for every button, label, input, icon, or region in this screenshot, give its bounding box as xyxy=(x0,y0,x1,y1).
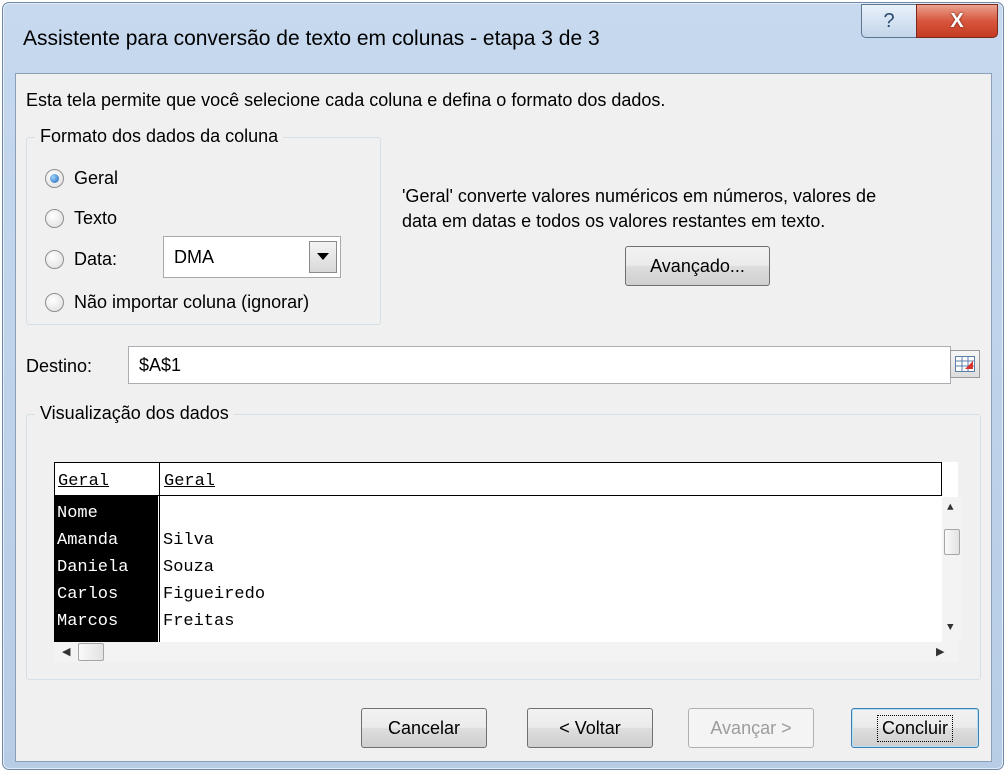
title-bar[interactable]: Assistente para conversão de texto em co… xyxy=(3,3,1003,73)
close-button[interactable]: X xyxy=(916,4,998,38)
preview-cell: Freitas xyxy=(163,612,235,631)
date-format-dropdown-button[interactable] xyxy=(309,241,337,273)
preview-cell: Daniela xyxy=(57,558,129,577)
intro-text: Esta tela permite que você selecione cad… xyxy=(26,90,666,110)
preview-cell: Marcos xyxy=(57,612,119,631)
preview-vertical-scrollbar[interactable]: ▲ ▼ xyxy=(942,497,962,642)
preview-cell: Souza xyxy=(163,558,215,577)
cancel-button-label: Cancelar xyxy=(387,717,461,738)
description-line-1: 'Geral' converte valores numéricos em nú… xyxy=(402,186,877,206)
preview-horizontal-scrollbar[interactable]: ◀ ▶ xyxy=(54,642,958,662)
preview-header-col-1[interactable]: Geral xyxy=(55,463,160,495)
radio-date-label: Data: xyxy=(74,249,118,269)
collapse-dialog-button[interactable] xyxy=(950,350,980,378)
help-icon: ? xyxy=(883,9,895,32)
back-button[interactable]: < Voltar xyxy=(527,708,653,748)
cancel-button[interactable]: Cancelar xyxy=(361,708,487,748)
radio-text[interactable]: Texto xyxy=(45,208,117,229)
range-select-icon xyxy=(955,356,975,372)
dialog-body: Esta tela permite que você selecione cad… xyxy=(15,73,992,762)
radio-skip-column-label: Não importar coluna (ignorar) xyxy=(74,292,310,312)
horizontal-scroll-thumb[interactable] xyxy=(78,643,104,661)
preview-cell: Amanda xyxy=(57,531,119,550)
radio-text-label: Texto xyxy=(74,208,118,228)
dialog-window: Assistente para conversão de texto em co… xyxy=(2,2,1004,770)
preview-cell: Nome xyxy=(57,504,98,523)
window-title: Assistente para conversão de texto em co… xyxy=(23,27,600,50)
radio-general-indicator[interactable] xyxy=(45,169,64,188)
finish-button[interactable]: Concluir xyxy=(851,708,979,748)
radio-date[interactable]: Data: xyxy=(45,249,117,270)
data-preview-grid[interactable]: Geral Geral Nome Amanda Silva Daniela So… xyxy=(54,462,962,642)
description-line-2: data em datas e todos os valores restant… xyxy=(402,211,826,231)
preview-header-col-2[interactable]: Geral xyxy=(161,463,215,495)
radio-text-indicator[interactable] xyxy=(45,209,64,228)
preview-cell: Figueiredo xyxy=(163,585,266,604)
column-format-group-label: Formato dos dados da coluna xyxy=(35,126,284,147)
column-divider xyxy=(159,462,160,642)
vertical-scroll-thumb[interactable] xyxy=(944,529,960,555)
date-format-value: DMA xyxy=(174,247,214,267)
next-button-label: Avançar > xyxy=(710,717,792,738)
radio-skip-column[interactable]: Não importar coluna (ignorar) xyxy=(45,292,309,313)
destination-value: $A$1 xyxy=(139,355,182,375)
data-preview-group-label: Visualização dos dados xyxy=(35,403,234,424)
chevron-down-icon xyxy=(317,253,329,260)
preview-header-row: Geral Geral xyxy=(54,462,942,496)
radio-skip-column-indicator[interactable] xyxy=(45,293,64,312)
scroll-down-icon[interactable]: ▼ xyxy=(947,623,954,634)
advanced-button[interactable]: Avançado... xyxy=(625,246,770,286)
preview-cell: Silva xyxy=(163,531,215,550)
radio-date-indicator[interactable] xyxy=(45,250,64,269)
finish-button-label: Concluir xyxy=(876,714,954,742)
scroll-left-icon[interactable]: ◀ xyxy=(62,647,70,658)
close-icon: X xyxy=(950,9,964,32)
radio-general-label: Geral xyxy=(74,168,119,188)
advanced-button-label: Avançado... xyxy=(650,255,745,276)
back-button-label: < Voltar xyxy=(559,717,621,738)
help-button[interactable]: ? xyxy=(861,4,917,38)
next-button[interactable]: Avançar > xyxy=(688,708,814,748)
column-format-group: Formato dos dados da coluna Geral Texto … xyxy=(26,126,381,325)
date-format-select[interactable]: DMA xyxy=(163,236,341,278)
scroll-up-icon[interactable]: ▲ xyxy=(947,503,954,514)
radio-general[interactable]: Geral xyxy=(45,168,118,189)
destination-field[interactable]: $A$1 xyxy=(128,346,951,384)
destination-label: Destino: xyxy=(26,356,93,376)
scroll-right-icon[interactable]: ▶ xyxy=(936,647,944,658)
preview-cell: Carlos xyxy=(57,585,119,604)
